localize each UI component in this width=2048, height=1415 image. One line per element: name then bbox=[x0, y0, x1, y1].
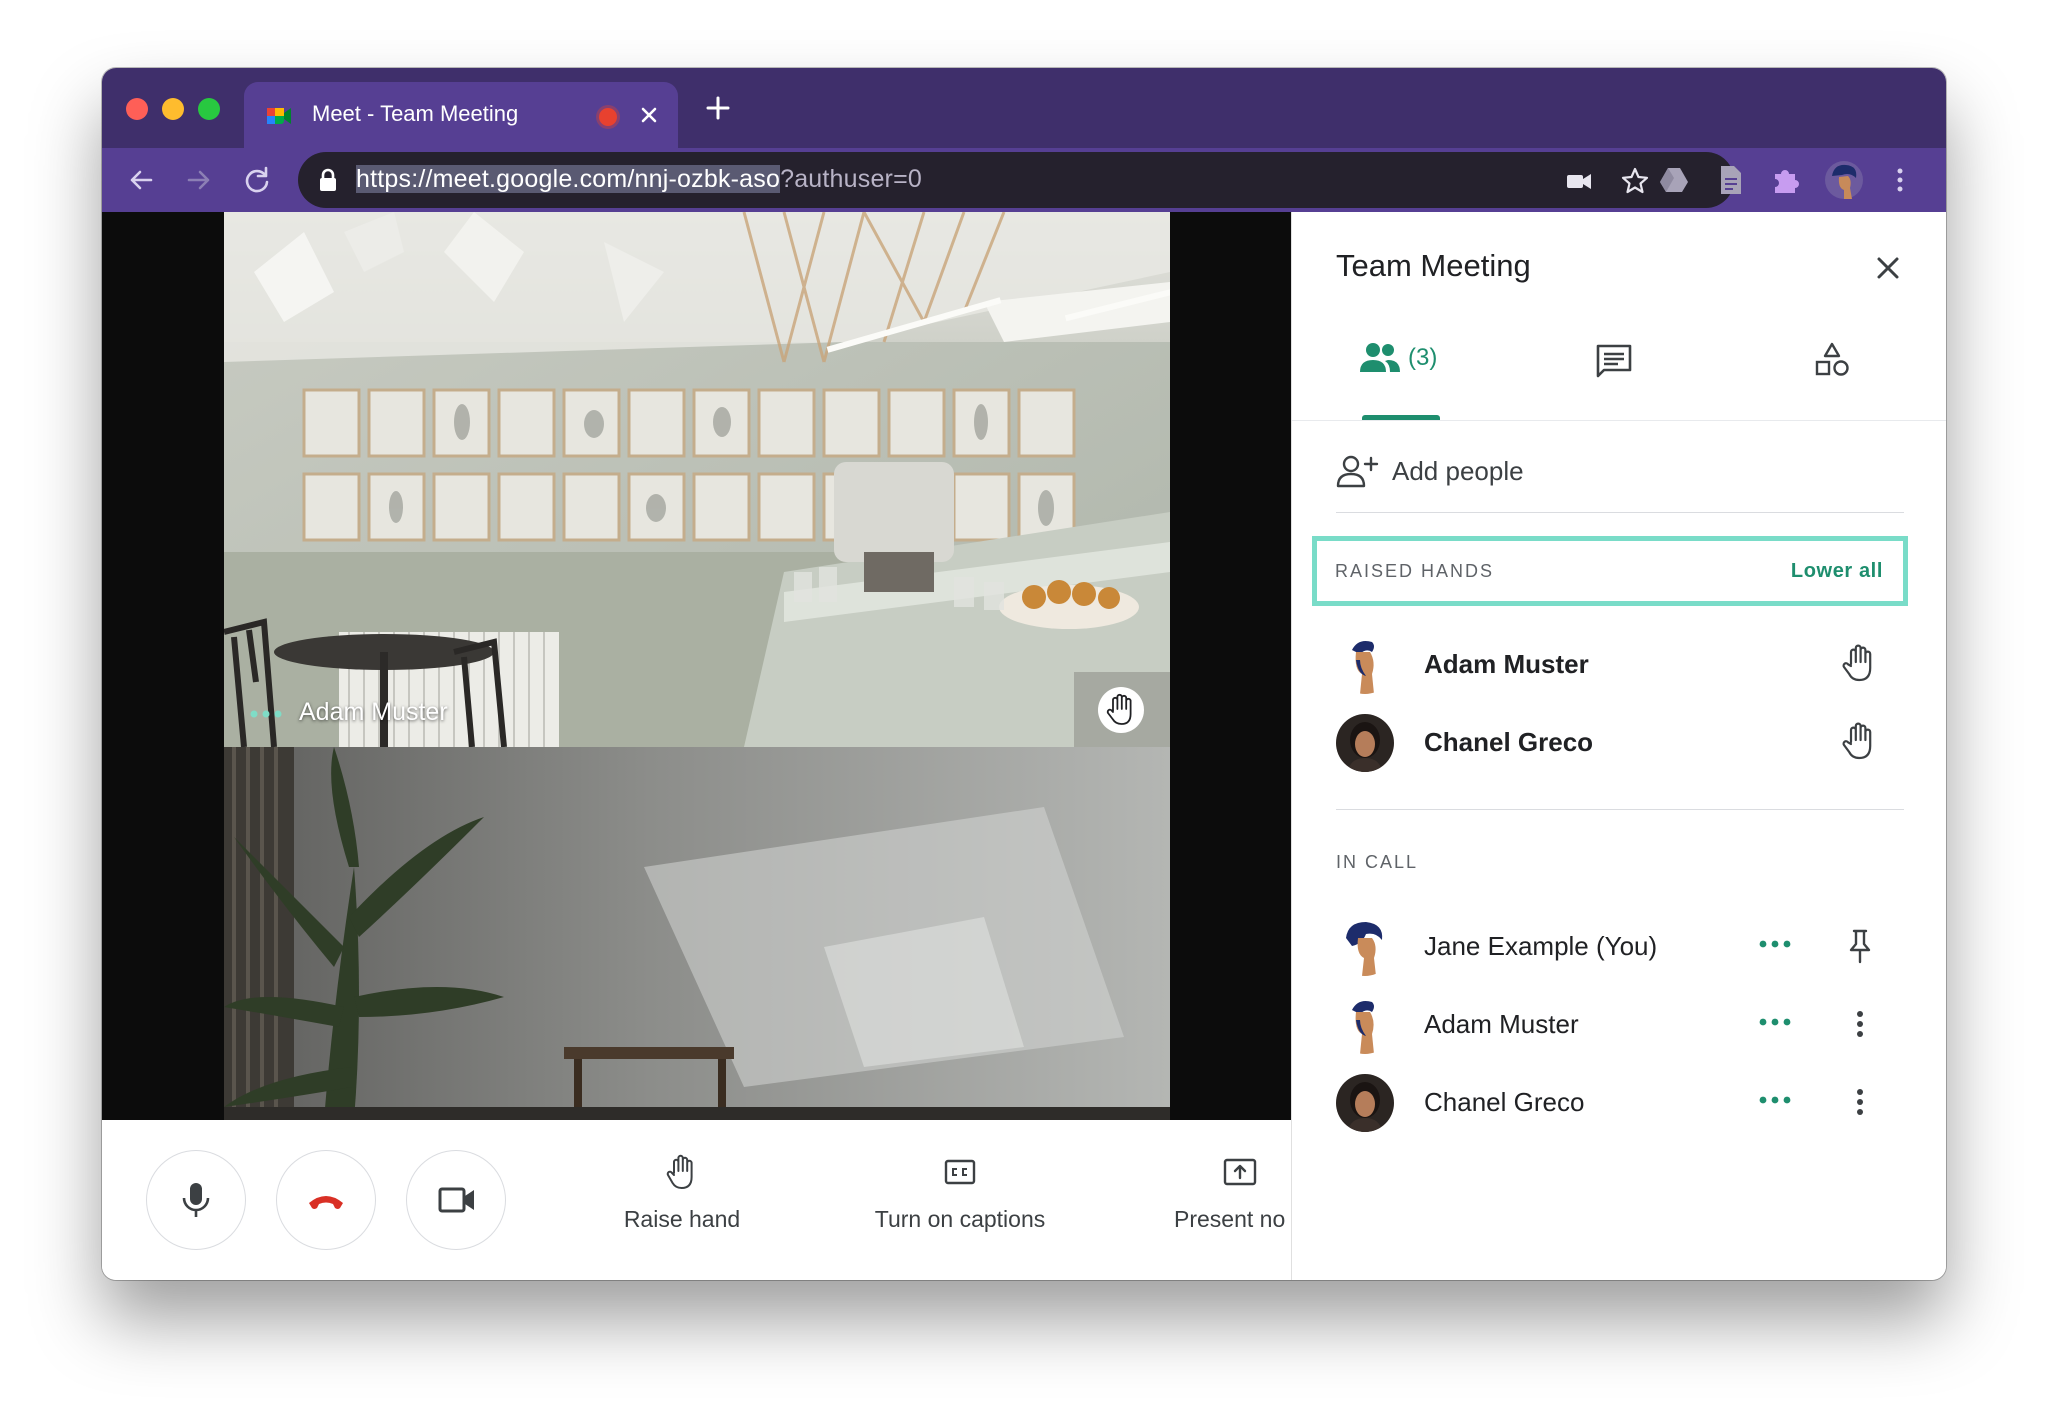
add-person-icon bbox=[1336, 455, 1379, 488]
divider bbox=[1336, 512, 1904, 513]
url-query-text: ?authuser=0 bbox=[780, 165, 922, 193]
participant-row[interactable]: Jane Example (You) bbox=[1292, 906, 1946, 986]
participant-row[interactable]: Adam Muster bbox=[1292, 984, 1946, 1064]
meet-content: Adam Muster Raise hand Turn on captions … bbox=[102, 212, 1946, 1280]
avatar-illustration-adam bbox=[1336, 996, 1394, 1054]
reload-icon[interactable] bbox=[238, 161, 276, 199]
raised-hands-title: RAISED HANDS bbox=[1335, 561, 1495, 581]
meet-logo-icon bbox=[267, 108, 291, 124]
zoom-window-button[interactable] bbox=[198, 98, 220, 120]
lock-icon bbox=[320, 168, 336, 191]
profile-avatar-icon[interactable] bbox=[1824, 160, 1864, 200]
back-arrow-icon[interactable] bbox=[122, 161, 160, 199]
shapes-icon[interactable] bbox=[1810, 340, 1854, 384]
avatar bbox=[1336, 636, 1394, 694]
participant-row[interactable]: Chanel Greco bbox=[1292, 1062, 1946, 1142]
raise-hand-icon bbox=[1106, 693, 1132, 725]
people-count: (3) bbox=[1408, 344, 1438, 371]
forward-arrow-icon[interactable] bbox=[180, 161, 218, 199]
leave-call-button[interactable] bbox=[276, 1150, 376, 1250]
avatar-photo-chanel bbox=[1336, 714, 1394, 772]
avatar bbox=[1336, 714, 1394, 772]
tab-close-icon[interactable] bbox=[634, 100, 664, 130]
present-screen-icon bbox=[1223, 1158, 1257, 1186]
closed-captions-icon bbox=[944, 1159, 976, 1185]
chat-icon[interactable] bbox=[1592, 340, 1636, 384]
audio-level-icon bbox=[1759, 1018, 1791, 1026]
browser-menu-kebab-icon[interactable] bbox=[1882, 162, 1918, 198]
in-call-title: IN CALL bbox=[1336, 852, 1419, 872]
audio-level-icon bbox=[1759, 1096, 1791, 1104]
raised-hand-row[interactable]: Chanel Greco bbox=[1292, 702, 1946, 782]
tab-strip: Meet - Team Meeting bbox=[102, 68, 1946, 148]
add-people-label: Add people bbox=[1392, 456, 1524, 486]
avatar bbox=[1336, 918, 1394, 976]
camera-button[interactable] bbox=[406, 1150, 506, 1250]
present-now-button[interactable]: Present no bbox=[1174, 1150, 1291, 1260]
tile-participant-name: Adam Muster bbox=[299, 698, 448, 726]
audio-level-icon bbox=[1759, 940, 1791, 948]
video-camera-icon bbox=[438, 1187, 474, 1213]
people-icon bbox=[1360, 343, 1400, 372]
panel-title: Team Meeting bbox=[1336, 248, 1531, 283]
kebab-icon[interactable] bbox=[1848, 1082, 1872, 1122]
raised-hands-header: RAISED HANDS Lower all bbox=[1312, 536, 1908, 606]
captions-button[interactable]: Turn on captions bbox=[860, 1150, 1060, 1260]
raise-hand-icon[interactable] bbox=[1836, 718, 1882, 764]
participant-name: Adam Muster bbox=[1424, 1009, 1579, 1039]
recording-indicator-icon bbox=[599, 108, 617, 126]
avatar-photo-chanel bbox=[1336, 1074, 1394, 1132]
browser-window: Meet - Team Meeting https://meet.google.… bbox=[102, 68, 1946, 1280]
pin-icon[interactable] bbox=[1842, 926, 1878, 966]
tab-people[interactable]: (3) bbox=[1358, 336, 1454, 396]
meeting-details-panel: Team Meeting (3) Add people RAISED HANDS… bbox=[1291, 212, 1946, 1280]
avatar bbox=[1336, 1074, 1394, 1132]
participant-name: Adam Muster bbox=[1424, 649, 1589, 679]
browser-tab-meet[interactable]: Meet - Team Meeting bbox=[244, 82, 678, 148]
video-grid: Adam Muster bbox=[102, 212, 1291, 1120]
raise-hand-button[interactable]: Raise hand bbox=[602, 1150, 762, 1260]
microphone-icon bbox=[182, 1183, 210, 1217]
participant-name: Chanel Greco bbox=[1424, 1087, 1585, 1117]
browser-toolbar: https://meet.google.com/nnj-ozbk-aso?aut… bbox=[102, 148, 1946, 212]
video-tile-participant-2[interactable] bbox=[224, 747, 1170, 1120]
avatar-illustration-adam bbox=[1336, 636, 1394, 694]
docs-extension-icon[interactable] bbox=[1712, 162, 1748, 198]
room-video-frame bbox=[224, 747, 1170, 1120]
kebab-icon[interactable] bbox=[1848, 1004, 1872, 1044]
end-call-icon bbox=[309, 1196, 343, 1209]
cafe-video-frame bbox=[224, 212, 1170, 747]
drive-extension-icon[interactable] bbox=[1656, 162, 1692, 198]
speaking-indicator-icon bbox=[250, 710, 282, 718]
camera-in-use-icon[interactable] bbox=[1564, 166, 1594, 196]
tab-divider bbox=[1292, 420, 1946, 421]
avatar bbox=[1336, 996, 1394, 1054]
present-now-label: Present no bbox=[1174, 1206, 1286, 1232]
bookmark-star-icon[interactable] bbox=[1620, 166, 1650, 196]
video-tile-adam-muster[interactable]: Adam Muster bbox=[224, 212, 1170, 747]
close-window-button[interactable] bbox=[126, 98, 148, 120]
divider bbox=[1336, 809, 1904, 810]
participant-name: Chanel Greco bbox=[1424, 727, 1594, 757]
address-bar[interactable]: https://meet.google.com/nnj-ozbk-aso?aut… bbox=[298, 152, 1734, 208]
avatar-illustration-jane bbox=[1336, 918, 1394, 976]
raise-hand-icon bbox=[666, 1154, 693, 1189]
raise-hand-icon[interactable] bbox=[1836, 640, 1882, 686]
minimize-window-button[interactable] bbox=[162, 98, 184, 120]
call-controls-bar: Raise hand Turn on captions Present no bbox=[102, 1120, 1291, 1280]
microphone-button[interactable] bbox=[146, 1150, 246, 1250]
panel-close-icon[interactable] bbox=[1872, 252, 1904, 284]
captions-label: Turn on captions bbox=[874, 1206, 1046, 1232]
url-selected-text: https://meet.google.com/nnj-ozbk-aso bbox=[356, 165, 781, 193]
new-tab-icon[interactable] bbox=[700, 90, 736, 126]
extensions-puzzle-icon[interactable] bbox=[1768, 162, 1804, 198]
participant-name: Jane Example (You) bbox=[1424, 931, 1658, 961]
raise-hand-label: Raise hand bbox=[623, 1206, 741, 1232]
lower-all-button[interactable]: Lower all bbox=[1791, 560, 1883, 583]
tile-raised-hand-badge bbox=[1098, 687, 1144, 733]
tab-title: Meet - Team Meeting bbox=[312, 101, 519, 126]
raised-hand-row[interactable]: Adam Muster bbox=[1292, 624, 1946, 704]
url-text[interactable]: https://meet.google.com/nnj-ozbk-aso?aut… bbox=[356, 165, 922, 194]
